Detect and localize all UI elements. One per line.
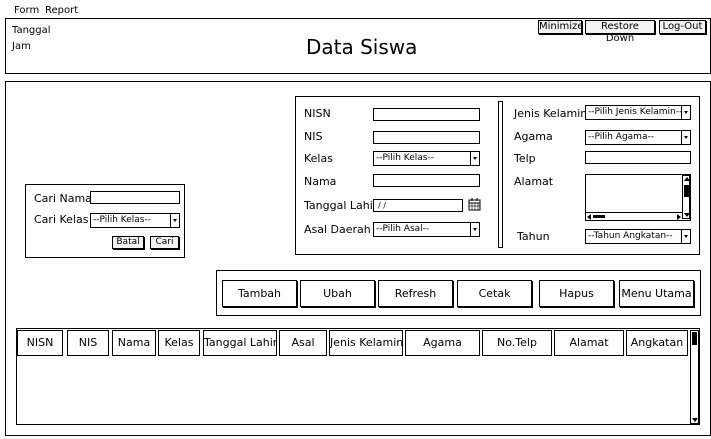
agama-select[interactable]: --Pilih Agama--: [585, 130, 691, 145]
chevron-down-icon: [470, 223, 479, 236]
chevron-down-icon: [681, 131, 690, 144]
menu-utama-button[interactable]: Menu Utama: [619, 280, 694, 307]
chevron-down-icon: [170, 214, 179, 227]
nisn-input[interactable]: [373, 108, 480, 121]
form-divider: [498, 101, 503, 248]
cancel-button[interactable]: Batal: [112, 236, 144, 249]
chevron-down-icon: [681, 230, 690, 243]
column-header-angkatan[interactable]: Angkatan: [626, 330, 688, 356]
chevron-down-icon: [470, 152, 479, 165]
column-header-no-telp[interactable]: No.Telp: [482, 330, 552, 356]
nisn-label: NISN: [304, 107, 331, 120]
restore-down-button[interactable]: Restore Down: [585, 20, 655, 44]
refresh-button[interactable]: Refresh: [378, 280, 453, 307]
hapus-button[interactable]: Hapus: [539, 280, 614, 307]
asal-daerah-select[interactable]: --Pilih Asal--: [373, 222, 480, 237]
search-name-label: Cari Nama: [34, 192, 92, 205]
telp-label: Telp: [514, 152, 536, 165]
calendar-icon[interactable]: [468, 198, 481, 211]
tanggal-lahir-label: Tanggal Lahir: [304, 199, 378, 212]
search-class-select[interactable]: --Pilih Kelas--: [90, 213, 180, 228]
nis-label: NIS: [304, 130, 323, 143]
asal-daerah-label: Asal Daerah: [304, 223, 371, 236]
agama-label: Agama: [514, 130, 553, 143]
tahun-angkatan-select[interactable]: --Tahun Angkatan--: [585, 229, 691, 244]
kelas-label: Kelas: [304, 152, 333, 165]
alamat-label: Alamat: [514, 175, 554, 188]
column-header-tanggal-lahir[interactable]: Tanggal Lahir: [203, 330, 277, 356]
menu-bar: Form Report: [0, 0, 711, 18]
minimize-button[interactable]: Minimize: [538, 20, 583, 34]
column-header-nisn[interactable]: NISN: [17, 330, 63, 356]
menu-form[interactable]: Form: [14, 5, 39, 16]
search-class-label: Cari Kelas: [34, 213, 89, 226]
column-header-alamat[interactable]: Alamat: [554, 330, 624, 356]
nis-input[interactable]: [373, 131, 480, 144]
ubah-button[interactable]: Ubah: [300, 280, 375, 307]
jenis-kelamin-select[interactable]: --Pilih Jenis Kelamin--: [585, 105, 691, 120]
logout-button[interactable]: Log-Out: [659, 20, 706, 34]
column-header-kelas[interactable]: Kelas: [158, 330, 200, 356]
tambah-button[interactable]: Tambah: [222, 280, 297, 307]
column-header-agama[interactable]: Agama: [405, 330, 480, 356]
chevron-down-icon: [681, 106, 690, 119]
tahun-label: Tahun: [517, 230, 550, 243]
jenis-kelamin-label: Jenis Kelamin: [514, 107, 588, 120]
nama-input[interactable]: [373, 174, 480, 187]
column-header-nama[interactable]: Nama: [112, 330, 156, 356]
menu-report[interactable]: Report: [45, 5, 78, 16]
nama-label: Nama: [304, 175, 337, 188]
column-header-jenis-kelamin[interactable]: Jenis Kelamin: [329, 330, 403, 356]
alamat-vertical-scrollbar[interactable]: [682, 175, 690, 219]
column-header-nis[interactable]: NIS: [67, 330, 109, 356]
search-button[interactable]: Cari: [150, 236, 179, 249]
table-vertical-scrollbar[interactable]: [690, 330, 699, 424]
cetak-button[interactable]: Cetak: [457, 280, 532, 307]
tanggal-lahir-input[interactable]: / /: [373, 199, 463, 212]
page-title: Data Siswa: [306, 35, 418, 59]
telp-input[interactable]: [585, 151, 691, 164]
column-header-asal[interactable]: Asal: [279, 330, 327, 356]
date-label: Tanggal: [12, 25, 51, 36]
kelas-select[interactable]: --Pilih Kelas--: [373, 151, 480, 166]
search-name-input[interactable]: [90, 191, 180, 204]
time-label: Jam: [12, 41, 31, 52]
alamat-horizontal-scrollbar[interactable]: [586, 212, 682, 220]
